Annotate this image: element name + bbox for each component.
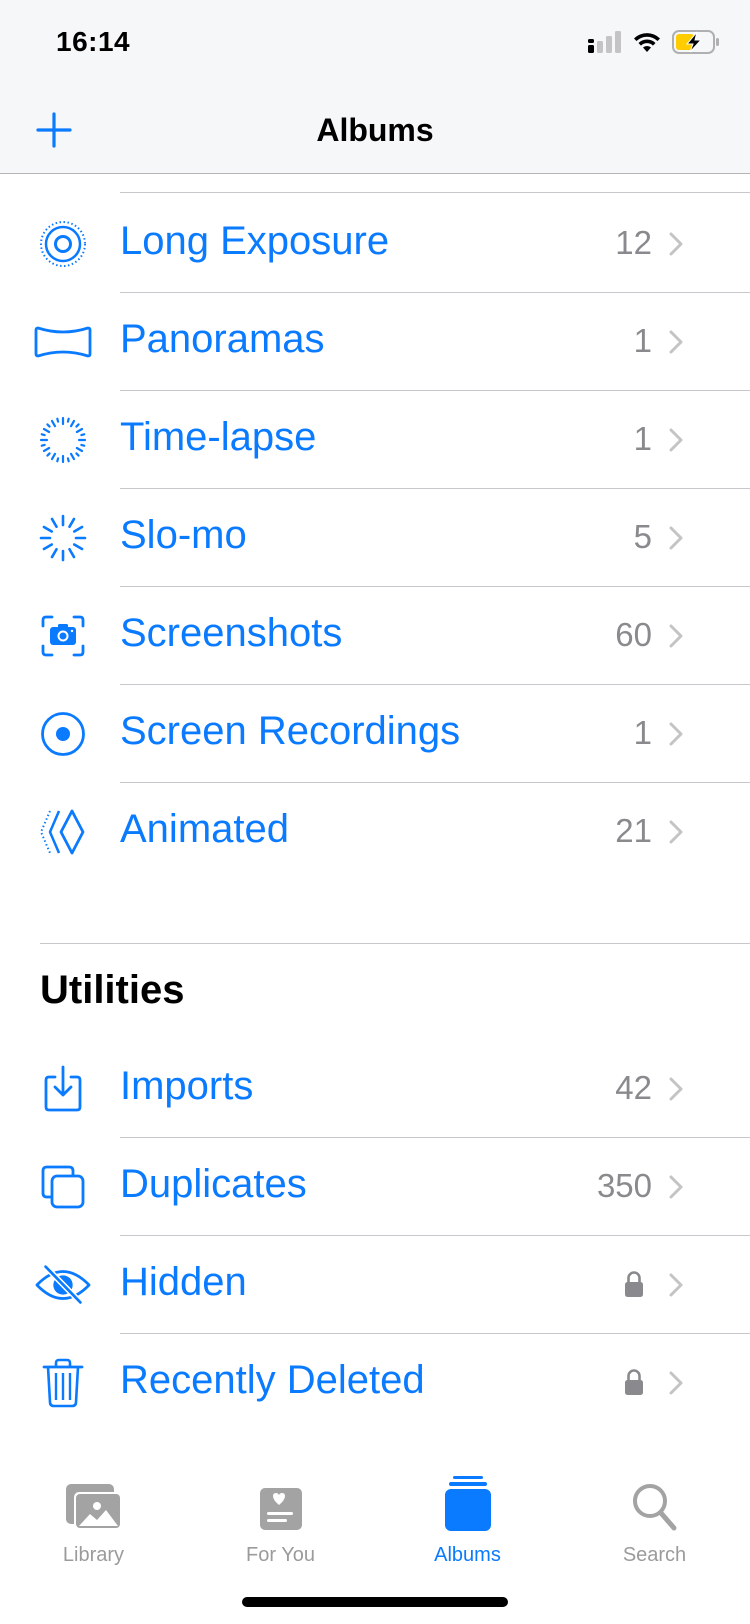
long-exposure-icon: [34, 219, 92, 269]
chevron-right-icon: [669, 1273, 683, 1297]
duplicates-icon: [34, 1162, 92, 1212]
lock-icon: [625, 1369, 643, 1395]
chevron-right-icon: [669, 330, 683, 354]
album-row-long-exposure[interactable]: Long Exposure 12: [0, 195, 750, 293]
album-label: Panoramas: [120, 317, 325, 361]
utility-row-duplicates[interactable]: Duplicates 350: [0, 1138, 750, 1236]
page-title: Albums: [316, 112, 434, 148]
tab-label: For You: [246, 1544, 315, 1566]
tab-label: Search: [622, 1544, 687, 1566]
utility-label: Recently Deleted: [120, 1358, 425, 1402]
eye-slash-icon: [34, 1260, 92, 1310]
album-count: 21: [615, 812, 652, 849]
section-title-utilities: Utilities: [40, 968, 185, 1012]
utility-label: Duplicates: [120, 1162, 307, 1206]
home-indicator[interactable]: [242, 1597, 508, 1607]
album-row-screen-recordings[interactable]: Screen Recordings 1: [0, 685, 750, 783]
tab-albums[interactable]: Albums: [374, 1450, 561, 1566]
album-count: 5: [633, 518, 652, 555]
status-bar: 16:14: [0, 0, 750, 90]
chevron-right-icon: [669, 624, 683, 648]
utility-label: Imports: [120, 1064, 254, 1108]
album-row-slomo[interactable]: Slo-mo 5: [0, 489, 750, 587]
lock-icon: [625, 1271, 643, 1297]
import-icon: [34, 1064, 92, 1114]
utility-row-hidden[interactable]: Hidden: [0, 1236, 750, 1334]
chevron-right-icon: [669, 722, 683, 746]
album-row-screenshots[interactable]: Screenshots 60: [0, 587, 750, 685]
album-count: 12: [615, 224, 652, 261]
album-count: 60: [615, 616, 652, 653]
utility-row-recently-deleted[interactable]: Recently Deleted: [0, 1334, 750, 1432]
timelapse-icon: [34, 415, 92, 465]
cellular-signal-icon: [588, 31, 621, 53]
photo-library-icon: [0, 1474, 187, 1532]
trash-icon: [34, 1358, 92, 1408]
tab-label: Albums: [434, 1544, 501, 1566]
status-time: 16:14: [56, 26, 131, 57]
screen-recording-icon: [34, 709, 92, 759]
albums-icon: [374, 1474, 561, 1532]
utility-row-imports[interactable]: Imports 42: [0, 1040, 750, 1138]
tab-search[interactable]: Search: [561, 1450, 748, 1566]
animated-icon: [34, 807, 92, 857]
wifi-icon: [634, 33, 660, 52]
album-label: Animated: [120, 807, 289, 851]
status-icons: [588, 30, 720, 54]
album-row-panoramas[interactable]: Panoramas 1: [0, 293, 750, 391]
utility-count: 42: [615, 1069, 652, 1106]
panorama-icon: [34, 317, 92, 367]
screenshot-icon: [34, 611, 92, 661]
chevron-right-icon: [669, 1371, 683, 1395]
battery-charging-icon: [672, 30, 719, 54]
chevron-right-icon: [669, 526, 683, 550]
slomo-icon: [34, 513, 92, 563]
chevron-right-icon: [669, 232, 683, 256]
album-label: Screenshots: [120, 611, 343, 655]
chevron-right-icon: [669, 428, 683, 452]
chevron-right-icon: [669, 1175, 683, 1199]
chevron-right-icon: [669, 820, 683, 844]
divider: [120, 192, 750, 193]
album-row-animated[interactable]: Animated 21: [0, 783, 750, 881]
album-label: Screen Recordings: [120, 709, 461, 753]
utility-count: 350: [596, 1167, 652, 1204]
section-divider: [40, 943, 750, 944]
album-label: Slo-mo: [120, 513, 247, 557]
album-label: Time-lapse: [120, 415, 317, 459]
tab-label: Library: [62, 1544, 125, 1566]
search-icon: [561, 1474, 748, 1532]
utility-label: Hidden: [120, 1260, 247, 1304]
for-you-icon: [187, 1474, 374, 1532]
tab-for-you[interactable]: For You: [187, 1450, 374, 1566]
tab-library[interactable]: Library: [0, 1450, 187, 1566]
navigation-bar: Albums: [0, 90, 750, 174]
album-count: 1: [633, 322, 652, 359]
chevron-right-icon: [669, 1077, 683, 1101]
album-count: 1: [633, 420, 652, 457]
album-row-timelapse[interactable]: Time-lapse 1: [0, 391, 750, 489]
album-label: Long Exposure: [120, 219, 390, 263]
album-count: 1: [633, 714, 652, 751]
